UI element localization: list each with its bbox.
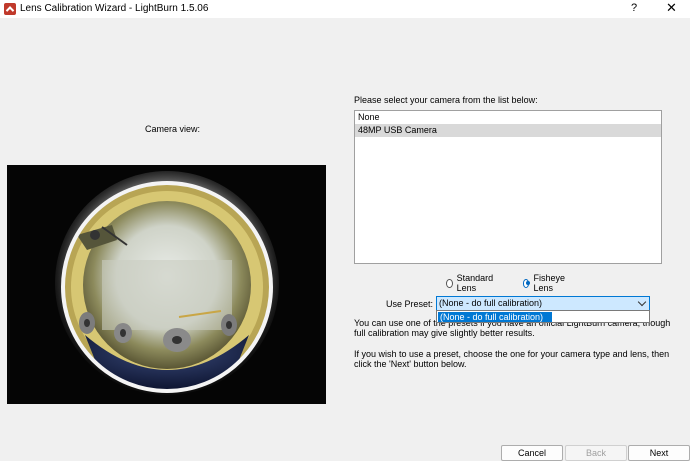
preset-dropdown: (None - do full calibration) [436,310,650,323]
camera-view-label: Camera view: [145,124,201,134]
radio-checked-icon [523,278,530,288]
help-button[interactable]: ? [631,2,637,14]
preset-select[interactable]: (None - do full calibration) [436,296,650,311]
standard-lens-radio[interactable]: Standard Lens [446,273,496,293]
preset-select-value: (None - do full calibration) [439,298,543,308]
preset-instructions-text: If you wish to use a preset, choose the … [354,349,670,369]
preset-label: Use Preset: [386,299,434,309]
camera-list[interactable]: None 48MP USB Camera [354,110,662,264]
next-button[interactable]: Next [628,445,690,461]
list-item[interactable]: None [355,111,661,124]
chevron-down-icon[interactable] [637,297,647,307]
preset-option[interactable]: (None - do full calibration) [438,312,552,322]
list-item[interactable]: 48MP USB Camera [355,124,661,137]
fisheye-lens-label: Fisheye Lens [533,273,565,293]
fisheye-lens-radio[interactable]: Fisheye Lens [523,273,568,293]
cancel-button[interactable]: Cancel [501,445,563,461]
close-button[interactable]: ✕ [666,0,677,16]
window-title: Lens Calibration Wizard - LightBurn 1.5.… [20,3,209,14]
fisheye-image [7,165,326,404]
radio-unchecked-icon [446,278,453,288]
back-button[interactable]: Back [565,445,627,461]
lightburn-logo-icon [4,3,16,15]
camera-preview [7,165,326,404]
title-bar: Lens Calibration Wizard - LightBurn 1.5.… [0,0,690,18]
camera-list-label: Please select your camera from the list … [354,95,538,105]
standard-lens-label: Standard Lens [456,273,494,293]
